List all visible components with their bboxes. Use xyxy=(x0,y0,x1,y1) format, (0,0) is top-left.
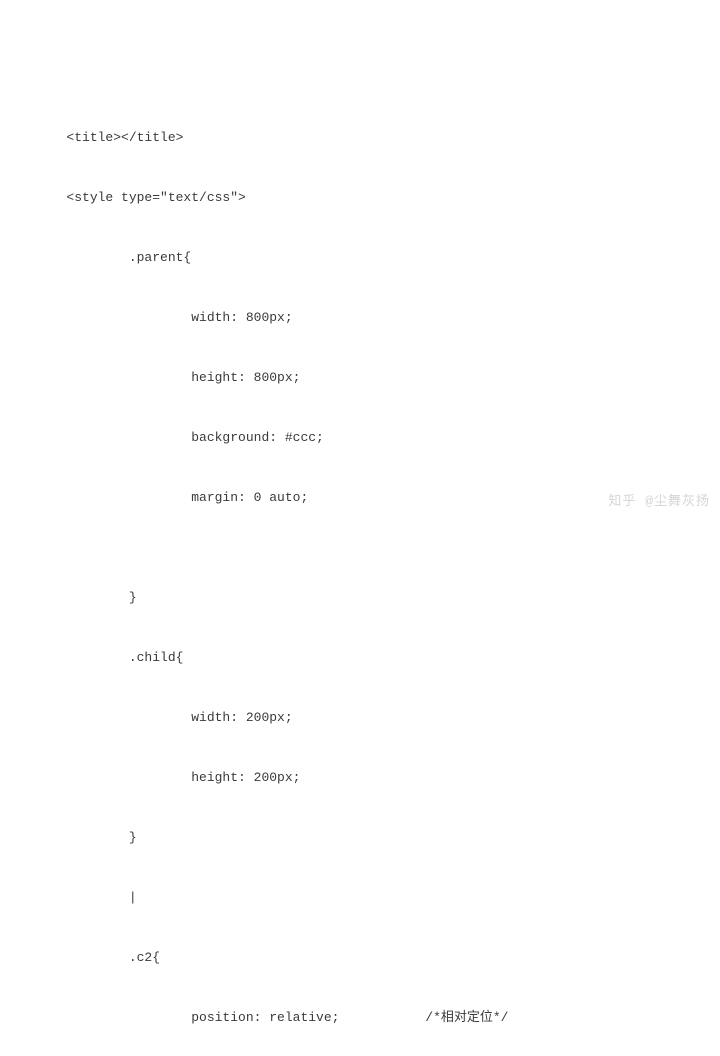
code-line: } xyxy=(4,828,720,848)
code-line: <style type="text/css"> xyxy=(4,188,720,208)
code-line: background: #ccc; xyxy=(4,428,720,448)
code-line: .child{ xyxy=(4,648,720,668)
code-block: <title></title> <style type="text/css"> … xyxy=(0,88,720,1056)
code-line: <title></title> xyxy=(4,128,720,148)
code-line: .parent{ xyxy=(4,248,720,268)
code-line: width: 200px; xyxy=(4,708,720,728)
code-line: | xyxy=(4,888,720,908)
code-line: margin: 0 auto; xyxy=(4,488,720,508)
code-line: width: 800px; xyxy=(4,308,720,328)
code-line: position: relative; /*相对定位*/ xyxy=(4,1008,720,1028)
code-line: height: 200px; xyxy=(4,768,720,788)
code-line: .c2{ xyxy=(4,948,720,968)
code-line: height: 800px; xyxy=(4,368,720,388)
code-line: } xyxy=(4,588,720,608)
